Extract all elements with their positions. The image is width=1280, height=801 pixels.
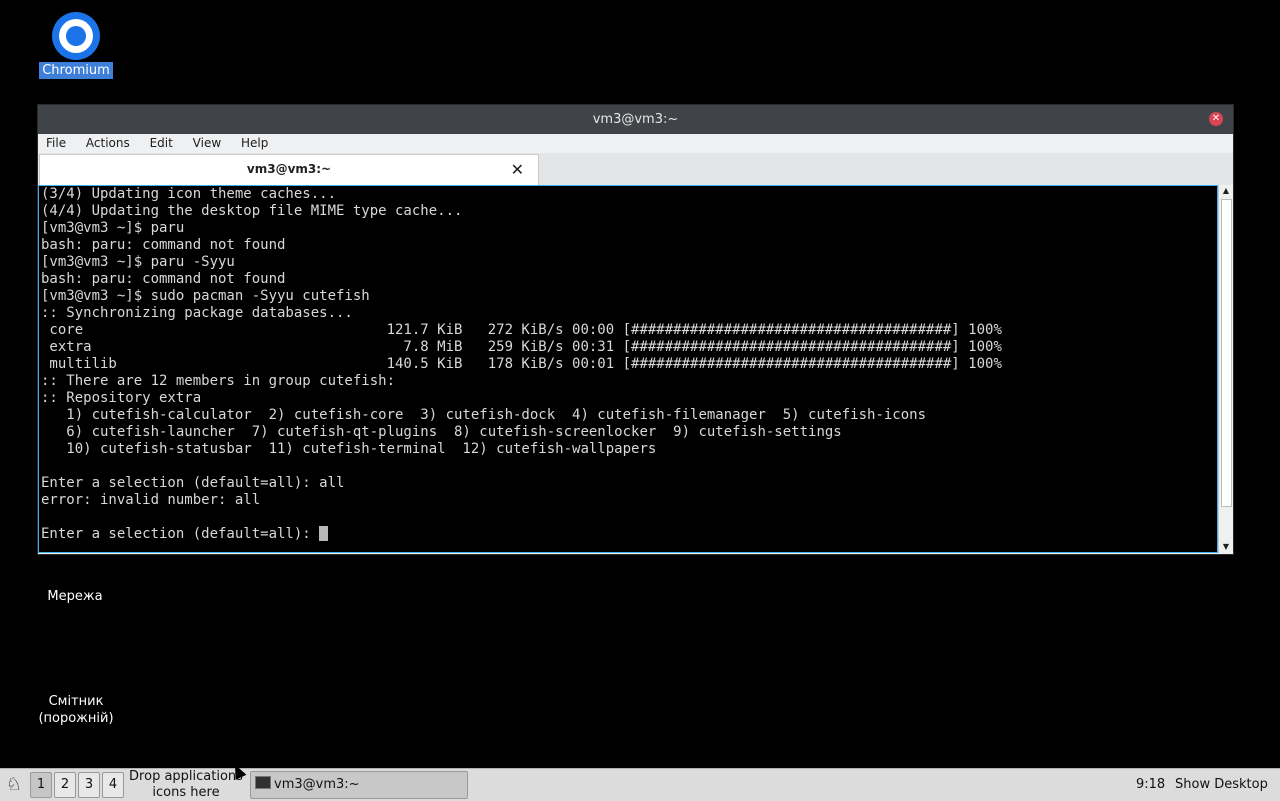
terminal-line: [vm3@vm3 ~]$ sudo pacman -Syyu cutefish [41,288,370,304]
terminal-line: [vm3@vm3 ~]$ paru -Syyu [41,254,235,270]
quicklaunch-drop-zone: Drop applications icons here [128,769,244,801]
terminal-line: (4/4) Updating the desktop file MIME typ… [41,203,463,219]
terminal-line: :: Synchronizing package databases... [41,305,353,321]
menu-actions[interactable]: Actions [84,136,132,150]
desktop-icon-label: Chromium [39,62,113,79]
terminal-window: vm3@vm3:~ ✕ File Actions Edit View Help … [38,105,1233,554]
terminal-line: core 121.7 KiB 272 KiB/s 00:00 [########… [41,322,1002,338]
text-cursor [319,526,329,541]
terminal-line: 10) cutefish-statusbar 11) cutefish-term… [41,441,657,457]
terminal-line: :: Repository extra [41,390,202,406]
desktop-switch-1[interactable]: 1 [30,772,52,798]
tab-terminal[interactable]: vm3@vm3:~ ✕ [39,154,539,185]
taskbar: ♘ 1 2 3 4 Drop applications icons here v… [0,768,1280,801]
menu-edit[interactable]: Edit [148,136,175,150]
menu-bar: File Actions Edit View Help [38,134,1233,153]
scrollbar-thumb[interactable] [1221,199,1232,507]
close-icon: ✕ [1211,113,1221,124]
tab-bar: vm3@vm3:~ ✕ [38,153,1233,186]
terminal-output[interactable]: (3/4) Updating icon theme caches... (4/4)… [38,185,1218,553]
terminal-line: extra 7.8 MiB 259 KiB/s 00:31 [#########… [41,339,1002,355]
menu-file[interactable]: File [44,136,68,150]
desktop-switch-3[interactable]: 3 [78,772,100,798]
window-title: vm3@vm3:~ [592,112,679,127]
terminal-line: bash: paru: command not found [41,237,286,253]
show-desktop-button[interactable]: Show Desktop [1175,769,1268,801]
terminal-line: 6) cutefish-launcher 7) cutefish-qt-plug… [41,424,842,440]
application-menu-icon[interactable]: ♘ [2,773,26,797]
drop-zone-text: Drop applications [129,769,243,784]
chromium-icon [52,12,100,60]
clock[interactable]: 9:18 [1136,769,1165,801]
terminal-scrollbar[interactable]: ▲ ▼ [1218,185,1233,553]
terminal-line: Enter a selection (default=all): all [41,475,345,491]
desktop-icon-chromium[interactable]: Chromium [36,12,116,79]
desktop-icon-trash[interactable]: Смітник (порожній) [26,693,126,727]
terminal-lines: (3/4) Updating icon theme caches... (4/4)… [39,186,1217,526]
taskbar-item-terminal[interactable]: vm3@vm3:~ [250,771,468,799]
terminal-line: bash: paru: command not found [41,271,286,287]
terminal-line: (3/4) Updating icon theme caches... [41,186,337,202]
desktop-switch-2[interactable]: 2 [54,772,76,798]
desktop-switch-4[interactable]: 4 [102,772,124,798]
scroll-down-arrow-icon[interactable]: ▼ [1219,541,1233,553]
taskbar-item-label: vm3@vm3:~ [274,777,360,792]
desktop-icon-label: Смітник [48,694,104,709]
terminal-line: error: invalid number: all [41,492,261,508]
drop-zone-subtext: icons here [152,785,220,800]
desktop-icon-sublabel: (порожній) [38,711,114,726]
desktop-icon-label: Мережа [47,589,103,604]
window-titlebar[interactable]: vm3@vm3:~ ✕ [38,105,1233,134]
desktop-icon-network[interactable]: Мережа [30,588,120,605]
terminal-prompt: Enter a selection (default=all): [41,526,320,542]
terminal-line: 1) cutefish-calculator 2) cutefish-core … [41,407,927,423]
scroll-up-arrow-icon[interactable]: ▲ [1219,185,1233,197]
menu-help[interactable]: Help [239,136,270,150]
terminal-line: multilib 140.5 KiB 178 KiB/s 00:01 [####… [41,356,1002,372]
terminal-line: :: There are 12 members in group cutefis… [41,373,396,389]
terminal-line: [vm3@vm3 ~]$ paru [41,220,185,236]
terminal-prompt-line[interactable]: Enter a selection (default=all): [39,526,1217,543]
close-tab-icon[interactable]: ✕ [511,155,524,184]
terminal-icon [255,776,271,789]
tab-label: vm3@vm3:~ [246,162,332,176]
menu-view[interactable]: View [191,136,223,150]
close-window-button[interactable]: ✕ [1209,112,1223,126]
